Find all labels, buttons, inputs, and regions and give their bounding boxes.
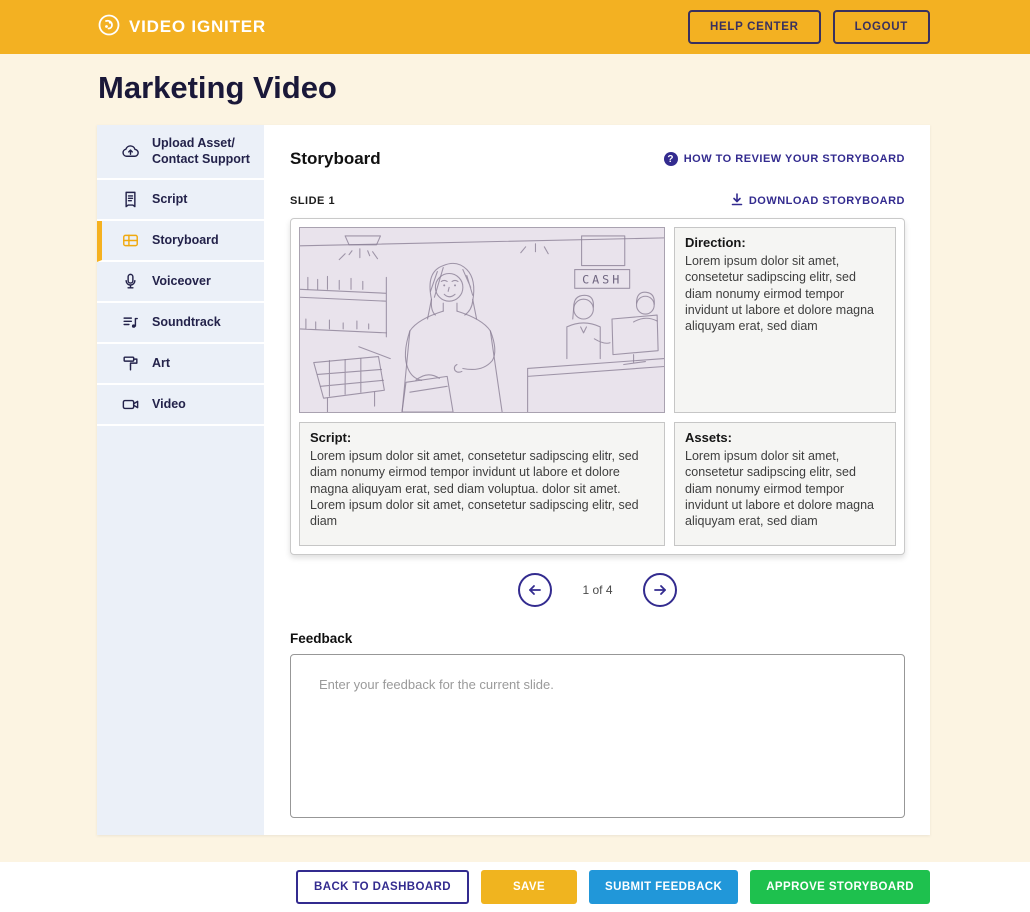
bottom-action-bar: BACK TO DASHBOARD SAVE SUBMIT FEEDBACK A… — [0, 862, 1030, 912]
brand-name: VIDEO IGNITER — [129, 17, 266, 37]
storyboard-sketch-svg: CASH — [300, 228, 664, 412]
sidebar-item-label: Upload Asset/Contact Support — [152, 135, 250, 168]
slide-header: SLIDE 1 DOWNLOAD STORYBOARD — [290, 193, 905, 209]
sidebar: Upload Asset/Contact Support Script Stor… — [97, 125, 264, 835]
microphone-icon — [121, 272, 140, 291]
storyboard-sketch-image: CASH — [299, 227, 665, 413]
cloud-upload-icon — [121, 142, 140, 161]
help-center-button[interactable]: HELP CENTER — [688, 10, 821, 44]
music-playlist-icon — [121, 313, 140, 332]
direction-panel-body: Lorem ipsum dolor sit amet, consetetur s… — [685, 253, 885, 334]
app-window: VIDEO IGNITER HELP CENTER LOGOUT Marketi… — [0, 0, 1030, 912]
next-slide-button[interactable] — [643, 573, 677, 607]
download-storyboard-link[interactable]: DOWNLOAD STORYBOARD — [731, 193, 905, 209]
page-title-row: Marketing Video — [0, 54, 1030, 125]
page-title: Marketing Video — [98, 70, 1030, 106]
sidebar-item-upload-asset[interactable]: Upload Asset/Contact Support — [97, 125, 264, 180]
feedback-input[interactable] — [290, 654, 905, 818]
arrow-right-icon — [652, 582, 668, 598]
video-igniter-logo-icon — [97, 13, 121, 42]
back-to-dashboard-button[interactable]: BACK TO DASHBOARD — [296, 870, 469, 904]
storyboard-grid-icon — [121, 231, 140, 250]
save-button[interactable]: SAVE — [481, 870, 577, 904]
submit-feedback-button[interactable]: SUBMIT FEEDBACK — [589, 870, 738, 904]
slide-counter: 1 of 4 — [582, 583, 612, 597]
sidebar-item-label-line2: Contact Support — [152, 152, 250, 166]
script-panel: Script: Lorem ipsum dolor sit amet, cons… — [299, 422, 665, 546]
sidebar-item-storyboard[interactable]: Storyboard — [97, 221, 264, 262]
direction-panel-title: Direction: — [685, 235, 885, 250]
paint-roller-icon — [121, 354, 140, 373]
approve-storyboard-button[interactable]: APPROVE STORYBOARD — [750, 870, 930, 904]
video-camera-icon — [121, 395, 140, 414]
script-document-icon — [121, 190, 140, 209]
sidebar-item-label: Soundtrack — [152, 314, 221, 330]
brand: VIDEO IGNITER — [97, 13, 266, 42]
slide-label: SLIDE 1 — [290, 195, 335, 207]
sidebar-item-video[interactable]: Video — [97, 385, 264, 426]
sidebar-item-art[interactable]: Art — [97, 344, 264, 385]
feedback-label: Feedback — [290, 631, 905, 646]
cash-sign-text: CASH — [582, 272, 622, 286]
how-to-review-link-label: HOW TO REVIEW YOUR STORYBOARD — [684, 153, 905, 165]
sidebar-item-label-line1: Upload Asset/ — [152, 136, 235, 150]
script-panel-body: Lorem ipsum dolor sit amet, consetetur s… — [310, 448, 654, 497]
assets-panel-body: Lorem ipsum dolor sit amet, consetetur s… — [685, 448, 885, 529]
script-panel-body-2: Lorem ipsum dolor sit amet, consetetur s… — [310, 497, 654, 530]
section-title: Storyboard — [290, 149, 381, 169]
assets-panel: Assets: Lorem ipsum dolor sit amet, cons… — [674, 422, 896, 546]
how-to-review-link[interactable]: ? HOW TO REVIEW YOUR STORYBOARD — [664, 152, 905, 166]
top-actions: HELP CENTER LOGOUT — [688, 10, 930, 44]
arrow-left-icon — [527, 582, 543, 598]
previous-slide-button[interactable] — [518, 573, 552, 607]
script-panel-title: Script: — [310, 430, 654, 445]
download-storyboard-link-label: DOWNLOAD STORYBOARD — [749, 195, 905, 207]
sidebar-item-label: Video — [152, 396, 186, 412]
slide-pagination: 1 of 4 — [290, 573, 905, 607]
sidebar-item-voiceover[interactable]: Voiceover — [97, 262, 264, 303]
sidebar-item-label: Storyboard — [152, 232, 219, 248]
logout-button[interactable]: LOGOUT — [833, 10, 930, 44]
direction-panel: Direction: Lorem ipsum dolor sit amet, c… — [674, 227, 896, 413]
content-area: Storyboard ? HOW TO REVIEW YOUR STORYBOA… — [264, 125, 930, 835]
storyboard-card: CASH — [290, 218, 905, 555]
download-icon — [731, 193, 743, 209]
content-header: Storyboard ? HOW TO REVIEW YOUR STORYBOA… — [290, 149, 905, 169]
sidebar-item-script[interactable]: Script — [97, 180, 264, 221]
main-panel: Upload Asset/Contact Support Script Stor… — [97, 125, 930, 835]
sidebar-item-label: Voiceover — [152, 273, 211, 289]
question-mark-icon: ? — [664, 152, 678, 166]
sidebar-item-label: Script — [152, 191, 187, 207]
sidebar-item-soundtrack[interactable]: Soundtrack — [97, 303, 264, 344]
assets-panel-title: Assets: — [685, 430, 885, 445]
sidebar-item-label: Art — [152, 355, 170, 371]
top-bar: VIDEO IGNITER HELP CENTER LOGOUT — [0, 0, 1030, 54]
